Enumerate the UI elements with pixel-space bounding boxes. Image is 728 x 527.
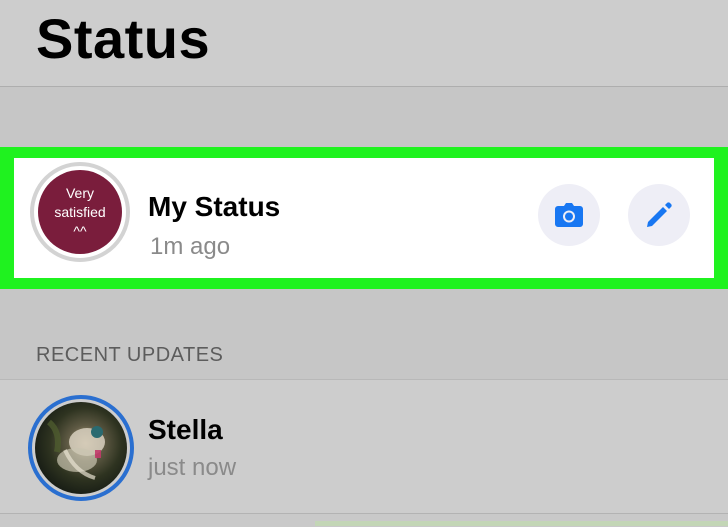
contact-status-time: just now [148, 454, 237, 481]
camera-button[interactable] [538, 184, 600, 246]
pencil-icon [647, 202, 672, 227]
my-status-highlight: Very satisfied ^^ My Status 1m ago [0, 147, 728, 289]
page-title: Status [36, 7, 211, 70]
my-status-row[interactable]: Very satisfied ^^ My Status 1m ago [14, 158, 714, 278]
next-row-preview [315, 521, 728, 526]
contact-avatar[interactable] [28, 395, 134, 501]
status-header: Status [0, 0, 728, 87]
status-text-thumbnail: Very satisfied ^^ [38, 170, 122, 254]
contact-photo [35, 402, 127, 494]
edit-text-status-button[interactable] [628, 184, 690, 246]
status-text-line-2: satisfied [54, 203, 106, 220]
recent-updates-header: RECENT UPDATES [0, 289, 728, 379]
recent-updates-label: RECENT UPDATES [36, 344, 224, 366]
contact-name: Stella [148, 414, 223, 445]
camera-icon [555, 203, 583, 227]
photo-content [46, 419, 105, 480]
header-spacer [0, 87, 728, 147]
status-list-item[interactable]: Stella just now [0, 379, 728, 514]
status-text-line-1: Very [65, 184, 94, 201]
my-status-avatar[interactable]: Very satisfied ^^ [30, 162, 130, 262]
my-status-name: My Status [148, 191, 281, 222]
my-status-time: 1m ago [150, 233, 231, 260]
status-text-line-3: ^^ [73, 222, 87, 239]
